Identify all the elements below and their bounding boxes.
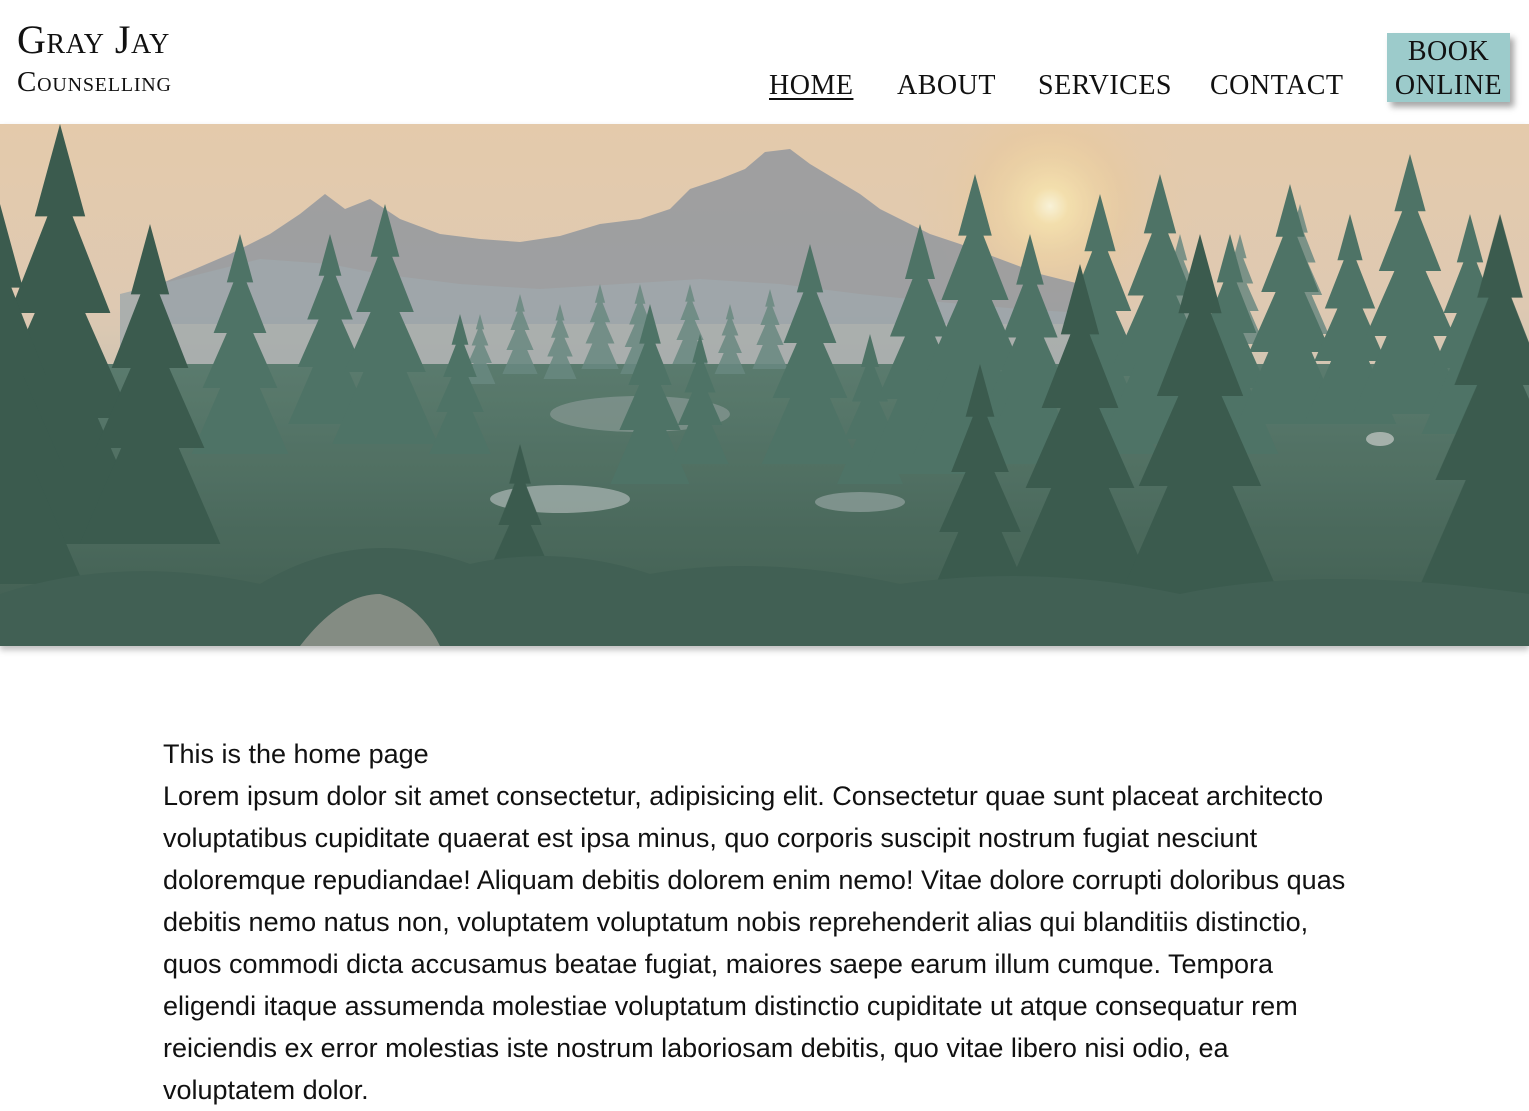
hero-image — [0, 124, 1529, 646]
nav-item-about[interactable]: ABOUT — [897, 70, 996, 102]
site-header: Gray Jay Counselling HOME ABOUT SERVICES… — [0, 0, 1529, 124]
main-nav: HOME ABOUT SERVICES CONTACT — [0, 70, 1529, 110]
book-online-button[interactable]: BOOK ONLINE — [1387, 33, 1510, 102]
nav-item-home[interactable]: HOME — [769, 70, 853, 102]
logo-name-line1: Gray Jay — [17, 17, 170, 62]
book-online-label-line2: ONLINE — [1394, 70, 1503, 101]
nav-item-services[interactable]: SERVICES — [1038, 70, 1172, 102]
main-content: This is the home page Lorem ipsum dolor … — [163, 733, 1363, 1111]
forest-mountain-landscape-image — [0, 124, 1529, 646]
page-body-text: Lorem ipsum dolor sit amet consectetur, … — [163, 781, 1346, 1105]
page-heading: This is the home page — [163, 739, 429, 769]
nav-item-contact[interactable]: CONTACT — [1210, 70, 1343, 102]
book-online-label-line1: BOOK — [1407, 36, 1490, 67]
